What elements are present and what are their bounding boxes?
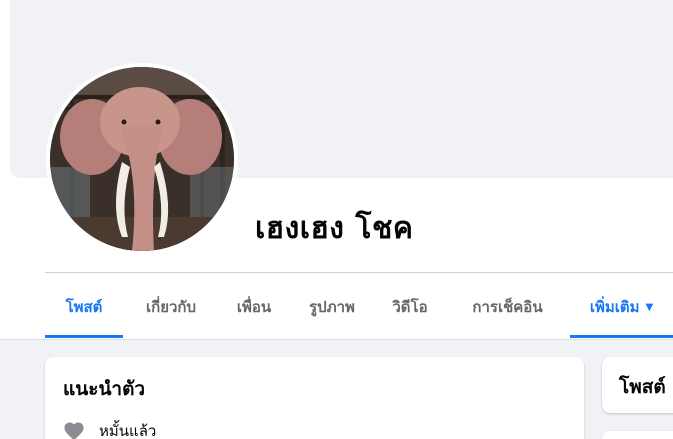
- tab-label: เกี่ยวกับ: [145, 298, 197, 316]
- heart-icon: [64, 422, 84, 439]
- posts-title: โพสต์: [619, 376, 666, 398]
- divider: [45, 272, 673, 273]
- tab-videos[interactable]: วิดีโอ: [375, 276, 445, 338]
- header-bottom-border: [0, 339, 673, 340]
- tab-label: โพสต์: [65, 298, 103, 316]
- posts-card: โพสต์: [602, 357, 673, 413]
- next-card: [602, 431, 673, 439]
- profile-name: เฮงเฮง โชค: [255, 211, 414, 246]
- profile-tabs: โพสต์ เกี่ยวกับ เพื่อน รูปภาพ วิดีโอ การ…: [45, 276, 673, 338]
- relationship-status: หมั้นแล้ว: [99, 422, 157, 439]
- tab-label: เพื่อน: [236, 298, 272, 316]
- tab-posts[interactable]: โพสต์: [45, 276, 123, 338]
- tab-photos[interactable]: รูปภาพ: [289, 276, 375, 338]
- active-tab-indicator: [45, 335, 123, 338]
- tab-checkins[interactable]: การเช็คอิน: [445, 276, 570, 338]
- tab-more[interactable]: เพิ่มเติม ▼: [570, 276, 673, 338]
- tab-friends[interactable]: เพื่อน: [219, 276, 289, 338]
- tab-about[interactable]: เกี่ยวกับ: [123, 276, 219, 338]
- tab-label: เพิ่มเติม: [589, 298, 640, 316]
- tab-label: รูปภาพ: [309, 298, 355, 316]
- intro-card: แนะนำตัว หมั้นแล้ว: [45, 357, 584, 439]
- tab-label: การเช็คอิน: [472, 298, 543, 316]
- more-tab-indicator: [570, 335, 673, 338]
- tab-label: วิดีโอ: [392, 298, 428, 316]
- intro-title: แนะนำตัว: [63, 378, 146, 400]
- intro-relationship: หมั้นแล้ว: [63, 419, 156, 439]
- avatar[interactable]: [50, 67, 234, 251]
- caret-down-icon: ▼: [645, 301, 654, 313]
- elephant-photo: [50, 67, 234, 251]
